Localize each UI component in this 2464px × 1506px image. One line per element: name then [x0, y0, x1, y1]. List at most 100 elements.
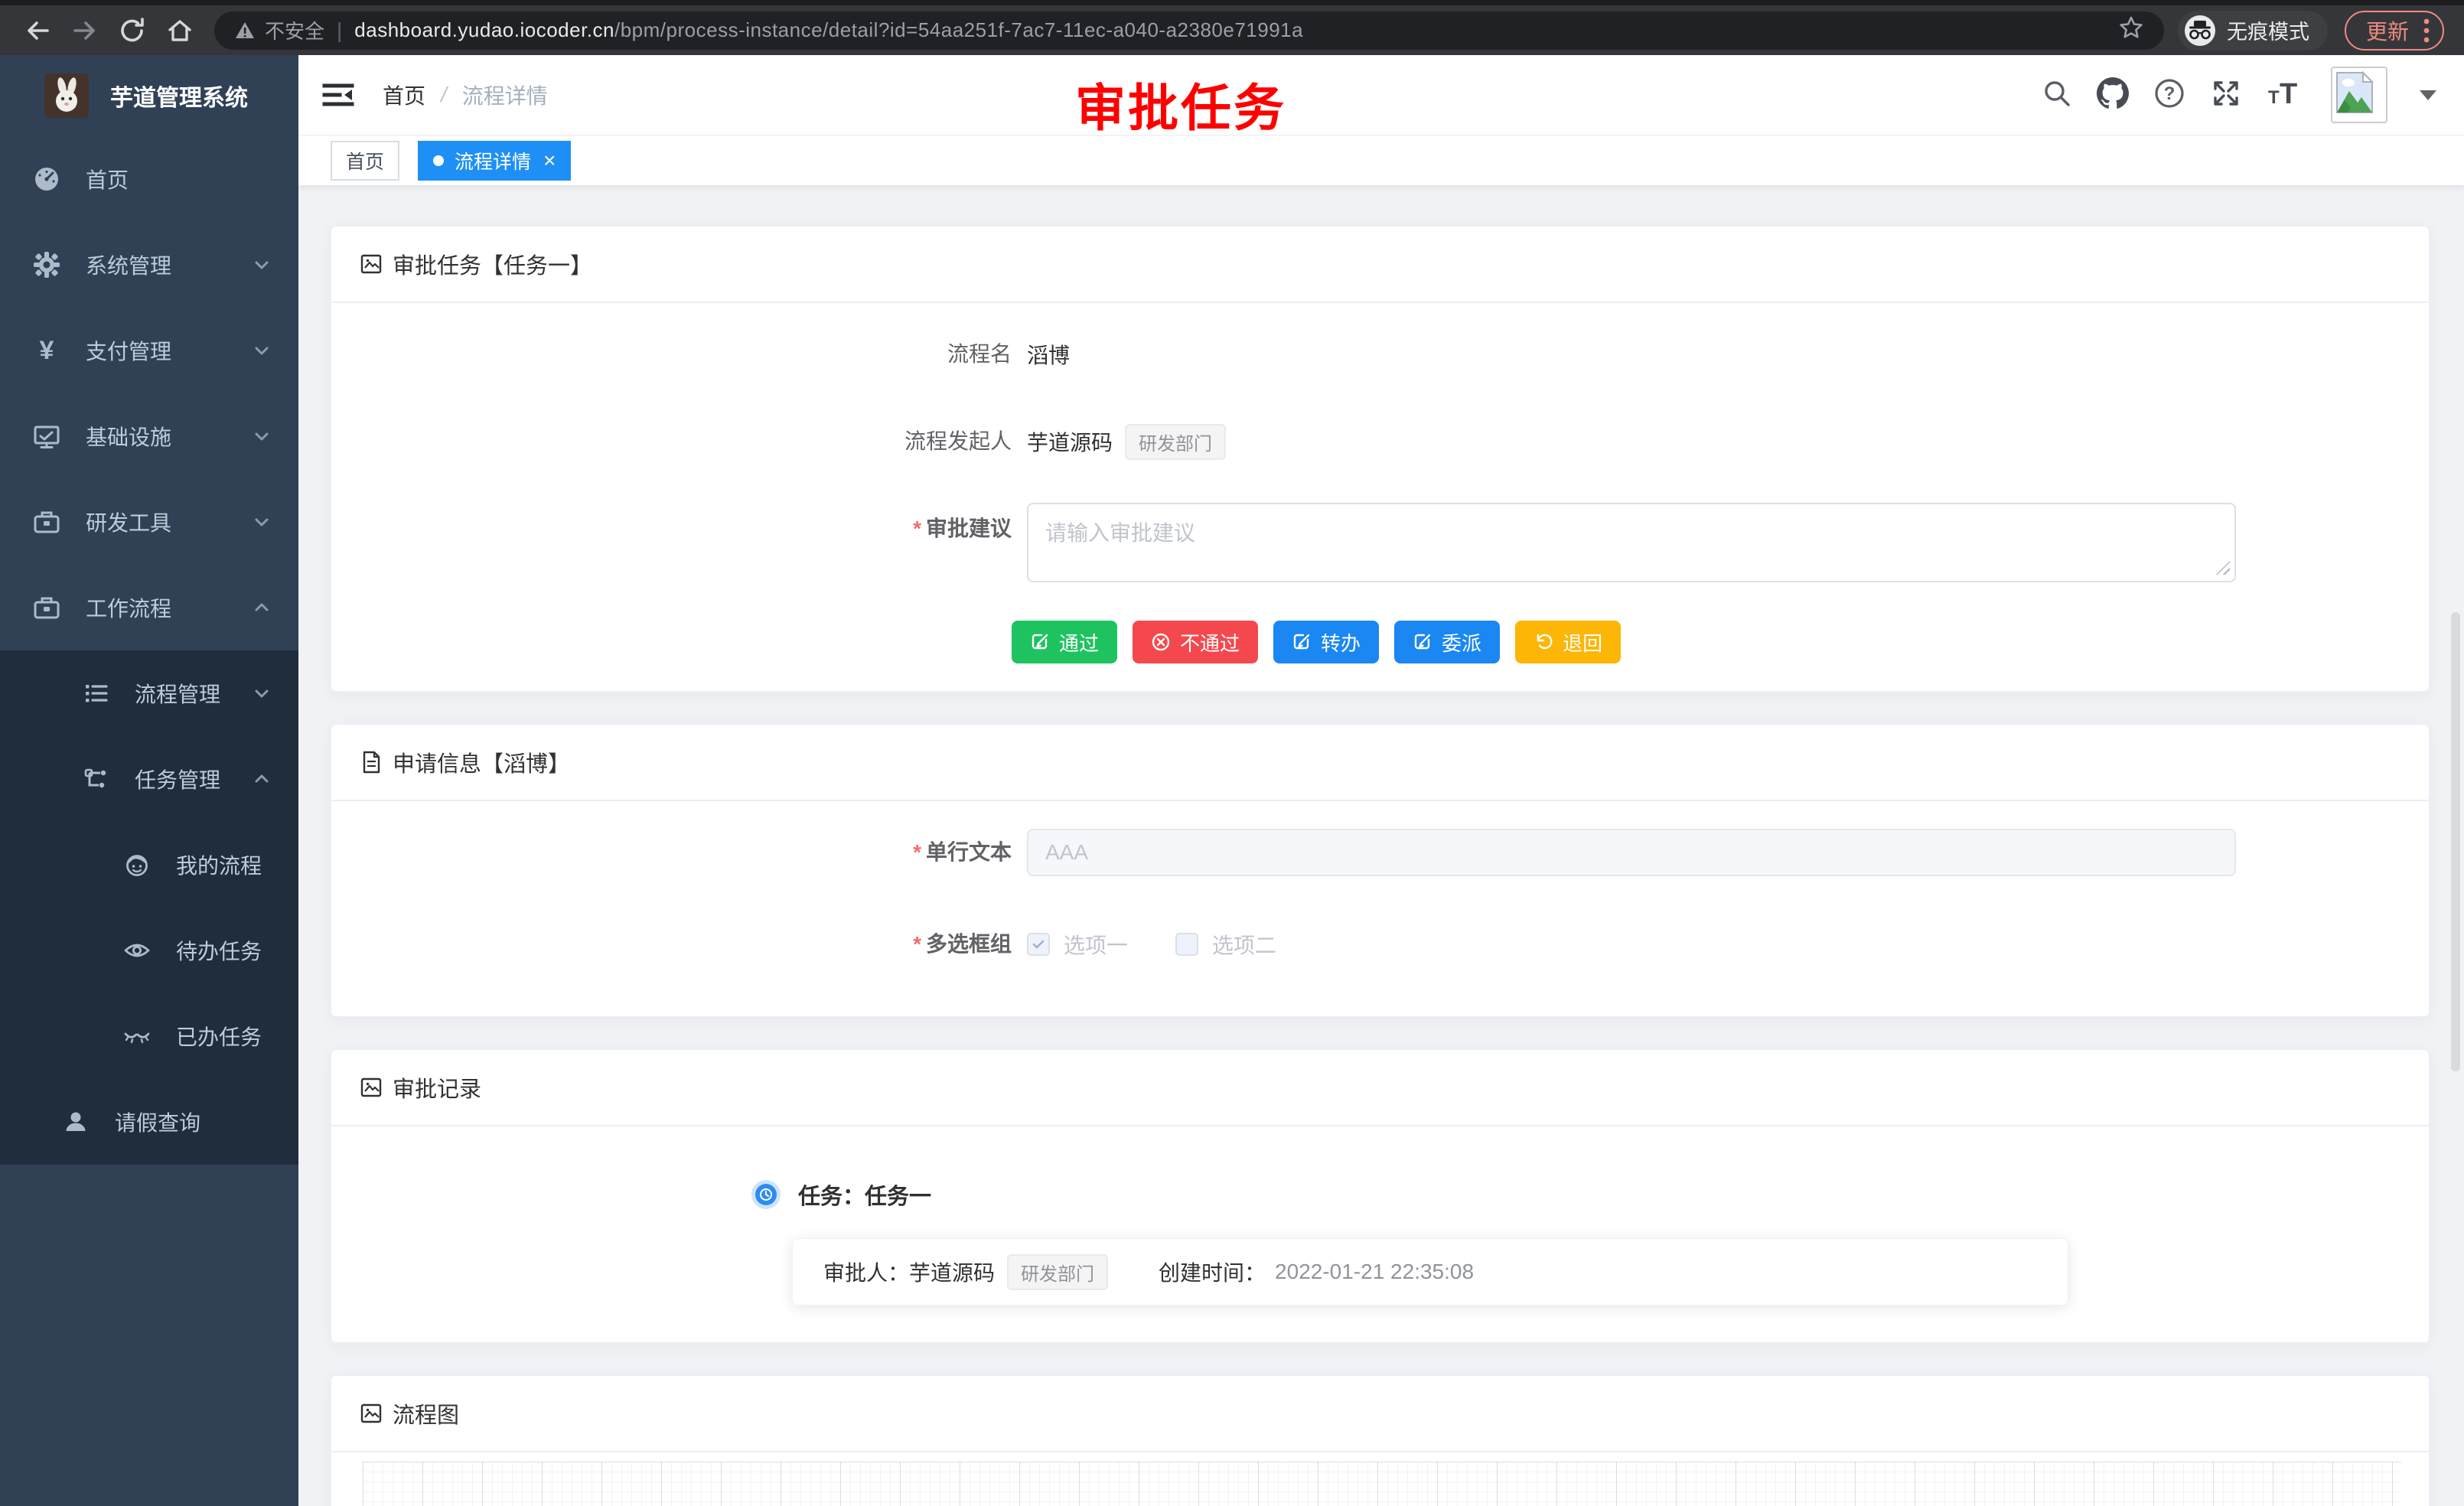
url-bar[interactable]: 不安全 | dashboard.yudao.iocoder.cn/bpm/pro… — [214, 11, 2164, 50]
github-icon[interactable] — [2097, 77, 2129, 113]
created-time: 2022-01-21 22:35:08 — [1275, 1260, 1474, 1284]
sidebar-item-infrastructure[interactable]: 基础设施 — [0, 393, 298, 479]
browser-toolbar: 不安全 | dashboard.yudao.iocoder.cn/bpm/pro… — [0, 5, 2464, 55]
tab-process-detail[interactable]: 流程详情 × — [418, 141, 571, 181]
window-frame — [0, 0, 2464, 5]
sidebar-item-system[interactable]: 系统管理 — [0, 222, 298, 308]
reload-icon[interactable] — [115, 13, 150, 48]
user-icon — [58, 1108, 93, 1136]
return-button[interactable]: 退回 — [1515, 621, 1621, 663]
delegate-button[interactable]: 委派 — [1394, 621, 1500, 663]
created-label: 创建时间： — [1159, 1257, 1266, 1287]
sidebar-item-leave-query[interactable]: 请假查询 — [0, 1079, 298, 1165]
sidebar-item-task-mgmt[interactable]: 任务管理 — [0, 736, 298, 822]
edit-icon — [1292, 632, 1312, 652]
sidebar-fold-icon[interactable] — [321, 80, 355, 110]
svg-text:¥: ¥ — [40, 336, 54, 365]
caret-down-icon[interactable] — [2420, 90, 2436, 100]
back-icon[interactable] — [20, 13, 55, 48]
page-content: 审批任务【任务一】 流程名 滔博 流程发起人 芋道源码 研发部门 — [298, 185, 2464, 1506]
approval-task-card: 审批任务【任务一】 流程名 滔博 流程发起人 芋道源码 研发部门 — [330, 225, 2430, 693]
gear-icon — [29, 250, 64, 279]
sidebar-item-workflow[interactable]: 工作流程 — [0, 565, 298, 650]
breadcrumb: 首页 / 流程详情 — [383, 80, 548, 110]
incognito-badge: 无痕模式 — [2178, 11, 2328, 51]
sidebar-item-todo-tasks[interactable]: 待办任务 — [0, 908, 298, 993]
undo-icon — [1533, 632, 1553, 652]
transfer-button[interactable]: 转办 — [1273, 621, 1379, 663]
form-row-process-name: 流程名 滔博 — [359, 328, 2401, 380]
chevron-up-icon — [251, 768, 272, 790]
form-row-text: *单行文本 — [359, 826, 2401, 878]
card-body — [331, 1452, 2429, 1506]
document-icon — [359, 750, 383, 774]
sidebar-item-label: 待办任务 — [176, 935, 262, 966]
font-size-icon[interactable]: TT — [2267, 77, 2300, 113]
url-host: dashboard.yudao.iocoder.cn — [354, 18, 614, 42]
incognito-icon — [2184, 15, 2216, 47]
sidebar-item-label: 流程管理 — [135, 678, 220, 709]
breadcrumb-current: 流程详情 — [462, 80, 548, 110]
avatar[interactable] — [2331, 67, 2387, 123]
forward-icon[interactable] — [67, 13, 103, 48]
logo-row[interactable]: 芋道管理系统 — [0, 55, 298, 136]
reject-button[interactable]: 不通过 — [1133, 621, 1258, 663]
page-scrollbar[interactable] — [2451, 612, 2460, 1071]
yen-icon: ¥ — [29, 336, 64, 365]
required-asterisk: * — [913, 932, 921, 956]
breadcrumb-home[interactable]: 首页 — [383, 80, 425, 110]
approve-button[interactable]: 通过 — [1012, 621, 1117, 663]
process-diagram-card: 流程图 — [330, 1374, 2430, 1506]
button-label: 委派 — [1442, 628, 1481, 657]
suggestion-textarea[interactable] — [1027, 503, 2236, 582]
sidebar-item-process-mgmt[interactable]: 流程管理 — [0, 650, 298, 736]
dashboard-icon — [29, 165, 64, 194]
url-separator: | — [337, 18, 342, 43]
timeline-item: 任务：任务一 — [755, 1178, 2401, 1211]
bpmn-canvas[interactable] — [363, 1462, 2401, 1506]
bookmark-star-icon[interactable] — [2118, 15, 2144, 46]
monitor-icon — [29, 422, 64, 451]
chevron-down-icon — [251, 683, 272, 704]
update-button[interactable]: 更新 — [2345, 11, 2444, 51]
kebab-menu-icon[interactable] — [2423, 18, 2430, 44]
help-icon[interactable]: ? — [2153, 77, 2185, 113]
checkbox-option-2[interactable]: 选项二 — [1175, 929, 1276, 960]
sidebar-item-payment[interactable]: ¥ 支付管理 — [0, 308, 298, 393]
tabs-view: 首页 流程详情 × — [298, 135, 2464, 185]
eye-icon — [119, 937, 155, 964]
form-row-initiator: 流程发起人 芋道源码 研发部门 — [359, 416, 2401, 468]
single-line-input[interactable] — [1027, 829, 2236, 876]
approval-buttons: 通过 不通过 转办 委派 — [1012, 621, 2401, 663]
sidebar-item-my-process[interactable]: 我的流程 — [0, 822, 298, 908]
picture-icon — [359, 1075, 383, 1100]
checkbox-label: 选项二 — [1212, 929, 1276, 960]
form-row-checkbox-group: *多选框组 选项一 选项二 — [359, 918, 2401, 970]
tab-close-icon[interactable]: × — [543, 150, 556, 171]
required-asterisk: * — [913, 517, 921, 540]
text-label: 单行文本 — [926, 840, 1012, 864]
card-title: 申请信息【滔博】 — [393, 746, 570, 778]
task-title: 任务：任务一 — [798, 1178, 931, 1211]
security-label: 不安全 — [265, 16, 324, 44]
button-label: 退回 — [1563, 628, 1602, 657]
main-area: 首页 / 流程详情 审批任务 ? TT — [298, 55, 2464, 1506]
button-label: 不通过 — [1180, 628, 1240, 657]
dept-tag: 研发部门 — [1007, 1254, 1108, 1290]
sidebar-item-home[interactable]: 首页 — [0, 136, 298, 222]
toolbox-icon — [29, 507, 64, 536]
update-label: 更新 — [2366, 15, 2409, 46]
svg-text:T: T — [2268, 87, 2280, 108]
chevron-down-icon — [251, 340, 272, 361]
tab-home[interactable]: 首页 — [331, 141, 399, 181]
sidebar-item-label: 已办任务 — [176, 1021, 262, 1051]
fullscreen-icon[interactable] — [2210, 77, 2242, 113]
home-icon[interactable] — [162, 13, 197, 48]
checkbox-option-1[interactable]: 选项一 — [1027, 929, 1128, 960]
sidebar-item-done-tasks[interactable]: 已办任务 — [0, 993, 298, 1079]
chevron-down-icon — [251, 254, 272, 275]
sidebar-item-devtools[interactable]: 研发工具 — [0, 479, 298, 565]
incognito-label: 无痕模式 — [2227, 15, 2309, 45]
search-icon[interactable] — [2042, 78, 2072, 112]
sidebar-item-label: 研发工具 — [86, 507, 171, 537]
